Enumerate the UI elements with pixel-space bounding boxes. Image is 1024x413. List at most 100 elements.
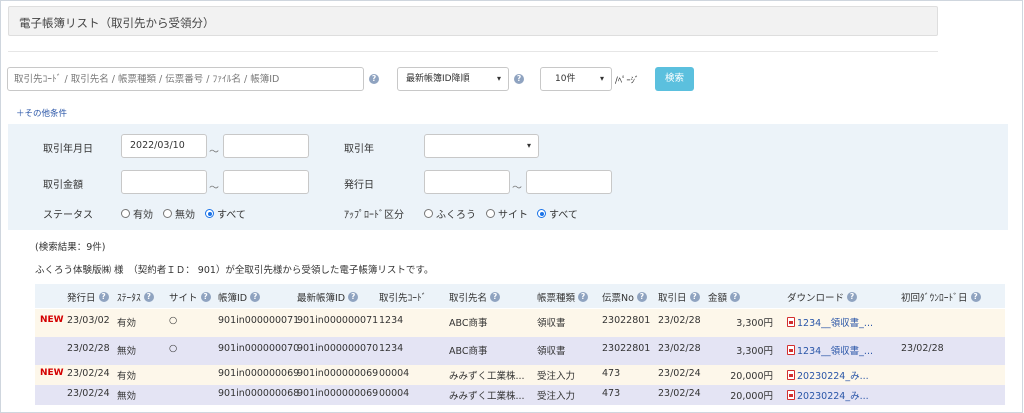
chevron-down-icon: ▾	[496, 74, 501, 83]
upload-radio-all[interactable]: すべて	[537, 206, 578, 221]
upload-radio-site[interactable]: サイト	[486, 206, 528, 221]
trade-date-from-input[interactable]: 2022/03/10	[121, 134, 207, 158]
table-header: 発行日? ｽﾃｰﾀｽ? サイト? 帳簿ID? 最新帳簿ID? 取引先ｺｰﾄﾞ 取…	[35, 284, 1005, 308]
column-header[interactable]: ｽﾃｰﾀｽ?	[117, 290, 154, 304]
partner-name-cell: みみずく工業株...	[449, 371, 525, 382]
download-link[interactable]: 20230224_み...	[787, 368, 869, 382]
help-icon: ?	[636, 292, 647, 302]
column-header[interactable]: 取引日?	[658, 290, 700, 304]
slip-no-cell: 23022801	[602, 343, 651, 354]
amount-from-input[interactable]	[121, 170, 207, 194]
partner-name-cell: ABC商事	[449, 346, 488, 357]
latest-id-cell: 901in000000069	[297, 368, 379, 379]
column-header[interactable]: 帳票種類?	[537, 290, 589, 304]
partner-name-cell: ABC商事	[449, 318, 488, 329]
help-icon: ?	[200, 292, 211, 302]
status-radio-invalid[interactable]: 無効	[163, 206, 195, 221]
trade-date-cell: 23/02/24	[658, 388, 701, 399]
doc-type-cell: 受注入力	[537, 371, 576, 382]
search-input[interactable]	[7, 67, 364, 91]
search-button[interactable]: 検索	[655, 67, 694, 91]
trade-year-select[interactable]: ▾	[424, 134, 539, 158]
result-count: (検索結果：9件)	[35, 242, 106, 253]
column-header[interactable]: 帳簿ID?	[218, 290, 261, 304]
column-header[interactable]: 取引先名?	[449, 290, 501, 304]
first-download-cell: 23/02/28	[901, 343, 944, 354]
partner-code-cell: 00004	[379, 388, 410, 399]
per-page-select[interactable]: 10件 ▾	[540, 67, 612, 91]
sort-select[interactable]: 最新帳簿ID降順 ▾	[397, 67, 509, 91]
amount-label: 取引金額	[43, 180, 83, 191]
column-header[interactable]: 取引先ｺｰﾄﾞ	[379, 290, 427, 304]
column-header[interactable]: 最新帳簿ID?	[297, 290, 359, 304]
upload-radio-fukurou[interactable]: ふくろう	[424, 206, 476, 221]
new-badge: NEW	[40, 315, 64, 325]
amount-cell: 20,000円	[730, 391, 773, 402]
page-title: 電子帳簿リスト（取引先から受領分）	[19, 16, 215, 30]
help-icon: ?	[98, 292, 109, 302]
page-title-bar: 電子帳簿リスト（取引先から受領分）	[8, 6, 938, 36]
latest-id-cell: 901in000000070	[297, 343, 379, 354]
latest-id-cell: 901in000000069	[297, 388, 379, 399]
help-icon: ?	[348, 292, 359, 302]
status-cell: 有効	[117, 371, 137, 382]
status-label: ステータス	[43, 210, 93, 221]
column-header[interactable]: サイト?	[169, 290, 211, 304]
trade-year-label: 取引年	[344, 144, 374, 155]
latest-id-cell: 901in000000071	[297, 315, 379, 326]
new-badge: NEW	[40, 368, 64, 378]
trade-date-label: 取引年月日	[43, 144, 93, 155]
trade-date-to-input[interactable]	[223, 134, 309, 158]
help-icon: ?	[250, 292, 261, 302]
partner-code-cell: 1234	[379, 343, 404, 354]
table-row: 23/02/28 無効 ○ 901in000000070 901in000000070 1…	[35, 337, 1005, 365]
filter-panel: 取引年月日 2022/03/10 ～ 取引年 ▾ 取引金額 ～ 発行日 ～ ステ…	[8, 124, 1008, 230]
help-icon: ?	[847, 292, 858, 302]
download-link[interactable]: 1234__領収書_...	[787, 343, 873, 357]
column-header[interactable]: 初回ﾀﾞｳﾝﾛｰﾄﾞ日?	[901, 290, 981, 304]
status-radio-valid[interactable]: 有効	[121, 206, 153, 221]
help-icon: ?	[689, 292, 700, 302]
help-icon: ?	[730, 292, 741, 302]
partner-name-cell: みみずく工業株...	[449, 391, 525, 402]
doc-type-cell: 受注入力	[537, 391, 576, 402]
help-icon[interactable]: ?	[514, 74, 524, 84]
column-header[interactable]: ダウンロード?	[787, 290, 858, 304]
status-cell: 無効	[117, 391, 137, 402]
book-id-cell: 901in000000071	[218, 315, 300, 326]
book-id-cell: 901in000000069	[218, 368, 300, 379]
partner-code-cell: 00004	[379, 368, 410, 379]
table-row: 23/02/24 無効 901in000000068 901in000000069 00…	[35, 385, 1005, 405]
help-icon[interactable]: ?	[369, 74, 379, 84]
help-icon: ?	[490, 292, 501, 302]
slip-no-cell: 473	[602, 388, 621, 399]
pdf-icon	[787, 345, 795, 355]
amount-to-input[interactable]	[223, 170, 309, 194]
issue-date-label: 発行日	[344, 180, 374, 191]
issue-date-cell: 23/02/24	[67, 388, 110, 399]
help-icon: ?	[578, 292, 589, 302]
issue-date-cell: 23/02/24	[67, 368, 110, 379]
book-id-cell: 901in000000070	[218, 343, 300, 354]
status-radio-all[interactable]: すべて	[205, 206, 246, 221]
download-link[interactable]: 20230224_み...	[787, 388, 869, 402]
per-page-value: 10件	[555, 74, 576, 84]
chevron-down-icon: ▾	[526, 141, 531, 150]
more-conditions-link[interactable]: ＋その他条件	[16, 107, 67, 119]
column-header[interactable]: 伝票No?	[602, 290, 647, 304]
help-icon: ?	[970, 292, 981, 302]
range-tilde: ～	[209, 183, 219, 194]
issue-date-cell: 23/03/02	[67, 315, 110, 326]
column-header[interactable]: 金額?	[708, 290, 741, 304]
slip-no-cell: 473	[602, 368, 621, 379]
site-cell: ○	[169, 343, 178, 354]
partner-code-cell: 1234	[379, 315, 404, 326]
issue-date-from-input[interactable]	[424, 170, 510, 194]
trade-date-cell: 23/02/28	[658, 343, 701, 354]
sort-select-value: 最新帳簿ID降順	[406, 74, 470, 84]
upload-type-label: ｱｯﾌﾟﾛｰﾄﾞ区分	[344, 210, 404, 221]
issue-date-to-input[interactable]	[526, 170, 612, 194]
download-link[interactable]: 1234__領収書_...	[787, 315, 873, 329]
column-header[interactable]: 発行日?	[67, 290, 109, 304]
help-icon: ?	[143, 292, 154, 302]
